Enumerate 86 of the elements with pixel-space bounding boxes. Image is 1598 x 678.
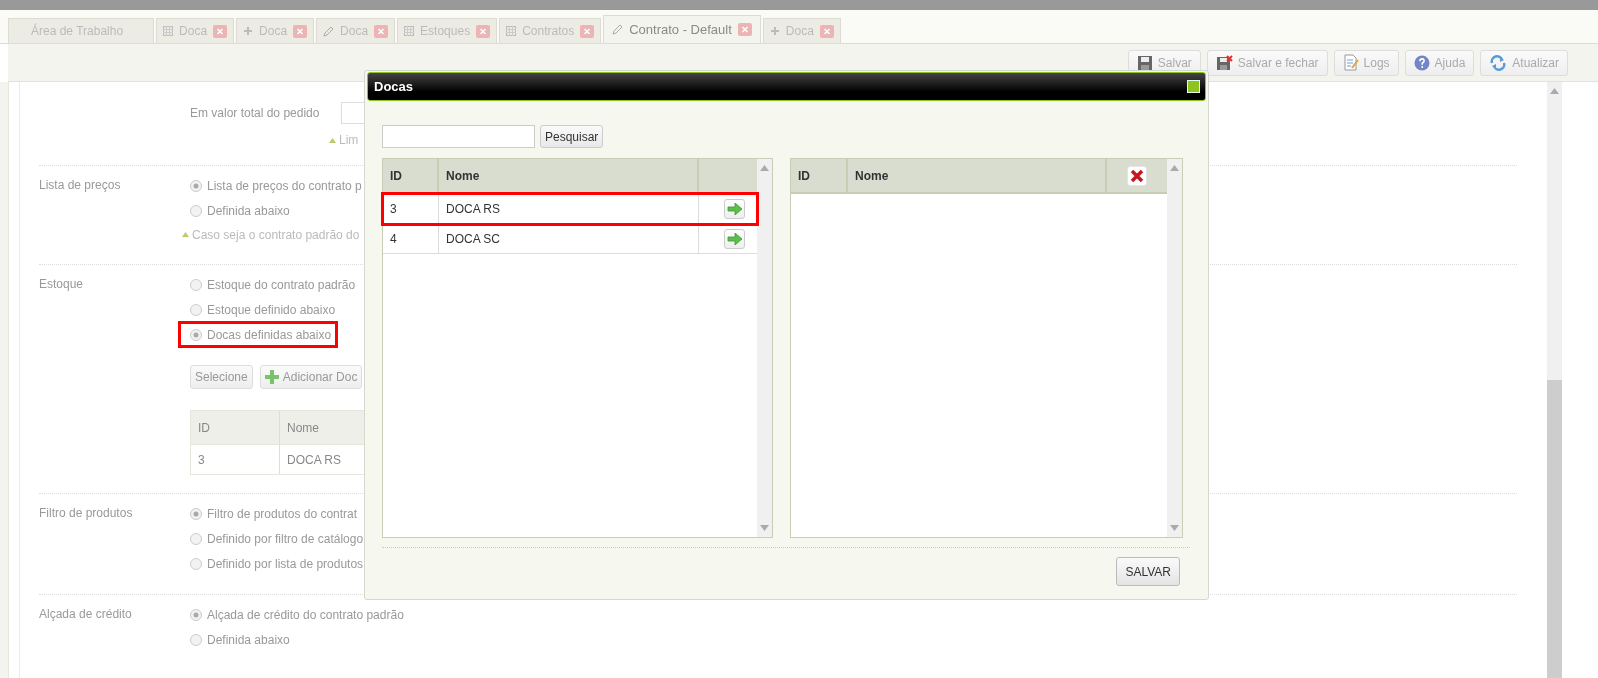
close-icon[interactable] (580, 24, 595, 38)
table-cell: DOCA SC (439, 224, 699, 253)
close-icon[interactable] (476, 24, 491, 38)
table-cell: 3 (383, 194, 439, 223)
save-button[interactable]: SALVAR (1116, 557, 1180, 586)
add-button[interactable] (724, 228, 745, 249)
table-cell: 4 (383, 224, 439, 253)
table-cell: 3 (191, 444, 280, 474)
column-header: ID (191, 411, 280, 444)
radio-button[interactable] (190, 608, 202, 621)
option-label: Definido por lista de produtos (207, 556, 364, 571)
action-button[interactable]: Selecione (190, 365, 253, 389)
radio-button[interactable] (190, 204, 202, 217)
hint-text: Caso seja o contrato padrão do (192, 227, 360, 242)
option-label: Filtro de produtos do contrat (207, 506, 358, 521)
arrow-up-icon[interactable] (760, 165, 769, 171)
arrow-right-icon (726, 232, 743, 245)
radio-button[interactable] (190, 532, 202, 545)
search-button[interactable]: Pesquisar (540, 125, 604, 148)
pencil-icon (323, 25, 335, 37)
section-label: Lista de preços (39, 177, 122, 194)
radio-button[interactable] (190, 557, 202, 570)
arrow-down-icon[interactable] (760, 525, 769, 531)
radio-button[interactable] (190, 179, 202, 192)
option-label: Lista de preços do contrato p (207, 178, 362, 193)
section-label: Alçada de crédito (39, 606, 133, 623)
table-row[interactable]: 3 DOCA RS (383, 194, 757, 224)
hint-text: Lim (339, 133, 359, 147)
refresh-icon (1489, 54, 1508, 71)
close-icon[interactable] (819, 24, 834, 38)
scrollbar[interactable] (757, 159, 772, 537)
triangle-icon (329, 137, 336, 143)
option-label: Definida abaixo (207, 203, 290, 218)
close-icon[interactable] (213, 24, 228, 38)
scrollbar[interactable] (1547, 82, 1562, 678)
grid-icon (404, 26, 415, 36)
grid-icon (163, 26, 174, 36)
plus-icon (769, 26, 780, 36)
radio-button[interactable] (190, 303, 202, 316)
column-header: ID (383, 159, 439, 192)
search-field[interactable] (382, 125, 535, 148)
action-button[interactable]: Adicionar Doc (259, 365, 363, 389)
arrow-up-icon[interactable] (1170, 165, 1179, 171)
radio-button[interactable] (190, 328, 202, 341)
toolbar-button[interactable]: Logs (1333, 49, 1399, 76)
option-label: Definido por filtro de catálogo (207, 531, 364, 546)
toolbar-button[interactable]: Salvar e fechar (1206, 49, 1328, 76)
radio-button[interactable] (190, 507, 202, 520)
toolbar-button[interactable]: Atualizar (1480, 49, 1568, 76)
remove-button[interactable] (1127, 165, 1147, 186)
section-label: Estoque (39, 276, 85, 293)
grid-icon (506, 26, 517, 36)
close-icon[interactable] (374, 24, 389, 38)
close-icon[interactable] (737, 23, 752, 36)
triangle-icon (182, 232, 189, 237)
add-button[interactable] (724, 198, 745, 219)
pencil-icon (612, 24, 624, 35)
help-icon (1413, 54, 1430, 71)
column-header: Nome (439, 159, 699, 192)
close-icon[interactable] (1187, 80, 1200, 93)
option-label: Alçada de crédito do contrato padrão (207, 607, 404, 622)
floppy-icon (1215, 54, 1233, 71)
option-label: Docas definidas abaixo (207, 327, 332, 342)
field-label: Em valor total do pedido (190, 106, 320, 120)
column-header: Nome (848, 159, 1107, 192)
arrow-down-icon[interactable] (1170, 525, 1179, 531)
radio-button[interactable] (190, 278, 202, 291)
scrollbar[interactable] (1167, 159, 1182, 537)
table-row[interactable]: 4 DOCA SC (383, 224, 757, 254)
table-cell: DOCA RS (439, 194, 699, 223)
close-icon (1130, 168, 1144, 183)
document-icon (1342, 54, 1359, 71)
close-icon[interactable] (293, 24, 308, 38)
option-label: Estoque definido abaixo (207, 302, 336, 317)
option-label: Estoque do contrato padrão (207, 277, 356, 292)
arrow-up-icon[interactable] (1550, 88, 1559, 94)
radio-button[interactable] (190, 633, 202, 646)
plus-icon (264, 370, 279, 384)
dialog-title: Docas (374, 79, 414, 94)
column-header: ID (791, 159, 848, 192)
section-label: Filtro de produtos (39, 505, 134, 522)
tab[interactable]: Contrato - Default (603, 15, 761, 43)
toolbar-button[interactable]: Ajuda (1404, 49, 1475, 76)
option-label: Definida abaixo (207, 632, 290, 647)
plus-icon (243, 26, 254, 36)
arrow-right-icon (726, 202, 743, 215)
